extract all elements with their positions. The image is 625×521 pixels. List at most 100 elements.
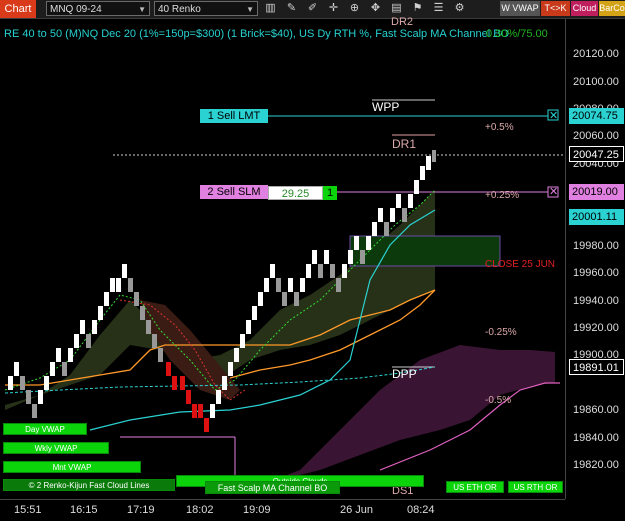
renko-brick (92, 320, 97, 334)
time-tick: 17:19 (127, 504, 155, 516)
price-tick: 20120.00 (573, 48, 619, 60)
renko-brick (330, 264, 335, 278)
sell-lmt-close-icon[interactable]: ✕ (549, 109, 558, 122)
chevron-down-icon: ▼ (138, 5, 146, 14)
chart-description: RE 40 to 50 (M)NQ Dec 20 (1%=150p=$300) … (4, 28, 510, 40)
renko-brick (300, 278, 305, 292)
crosshair-icon[interactable]: ✛ (327, 2, 340, 15)
renko-brick (246, 320, 251, 334)
chart-title-tab[interactable]: Chart (0, 0, 36, 18)
renko-brick (116, 278, 121, 292)
renko-brick (228, 362, 233, 376)
chevron-down-icon: ▼ (246, 5, 254, 14)
instrument-selector[interactable]: MNQ 09-24 ▼ (46, 1, 150, 16)
price-tick: 19840.00 (573, 432, 619, 444)
wpp-label: WPP (372, 100, 400, 114)
renko-brick (146, 320, 151, 334)
renko-brick (408, 194, 413, 208)
renko-brick (74, 334, 79, 348)
renko-brick (324, 250, 329, 264)
renko-brick (318, 264, 323, 278)
w-vwap-button[interactable]: W VWAP (500, 1, 540, 16)
renko-brick (342, 264, 347, 278)
renko-brick (186, 390, 191, 404)
period-selector[interactable]: 40 Renko ▼ (154, 1, 258, 16)
renko-brick (312, 250, 317, 264)
bar-style-icon[interactable]: ▥ (264, 2, 277, 15)
draw-tools-icon[interactable]: ✎ (285, 2, 298, 15)
renko-brick (414, 180, 419, 194)
close-25-jun-label: CLOSE 25 JUN (485, 259, 556, 270)
time-tick: 18:02 (186, 504, 214, 516)
chart-icon[interactable]: ▤ (390, 2, 403, 15)
renko-brick (68, 348, 73, 362)
renko-brick (14, 362, 19, 376)
instrument-value: MNQ 09-24 (50, 4, 102, 15)
sell-lmt-price-marker: 20074.75 (569, 108, 624, 124)
sell-slm-order-tag[interactable]: 2 Sell SLM (200, 185, 268, 199)
renko-brick (198, 404, 203, 418)
us-eth-or-label: US ETH OR (446, 481, 504, 493)
renko-brick (56, 348, 61, 362)
renko-brick (38, 390, 43, 404)
price-tick: 19820.00 (573, 459, 619, 471)
price-tick: 19920.00 (573, 322, 619, 334)
renko-brick (402, 208, 407, 222)
pan-icon[interactable]: ✥ (369, 2, 382, 15)
renko-brick (264, 278, 269, 292)
renko-brick (50, 362, 55, 376)
pct-plus-025-label: +0.25% (485, 190, 520, 201)
sell-slm-quantity[interactable]: 1 (323, 186, 337, 200)
price-tick: 19860.00 (573, 404, 619, 416)
renko-brick (276, 278, 281, 292)
zoom-icon[interactable]: ⊕ (348, 2, 361, 15)
sell-slm-price-marker: 20019.00 (569, 184, 624, 200)
sell-slm-price-box[interactable]: 29.25 (268, 186, 323, 200)
time-axis[interactable]: 15:51 16:15 17:19 18:02 19:09 26 Jun 08:… (0, 499, 565, 521)
renko-brick (366, 236, 371, 250)
indicators-icon[interactable]: ⚙ (453, 2, 466, 15)
price-tick: 20100.00 (573, 76, 619, 88)
properties-icon[interactable]: ☰ (432, 2, 445, 15)
renko-brick (128, 278, 133, 292)
cloud-lines-label: © 2 Renko-Kijun Fast Cloud Lines (3, 479, 175, 491)
cloud-button[interactable]: Cloud (571, 1, 598, 16)
dr2-label: DR2 (391, 16, 414, 28)
barco-button[interactable]: BarCo (599, 1, 625, 16)
renko-brick (348, 250, 353, 264)
dpp-price-marker: 19891.01 (569, 359, 624, 375)
renko-brick (252, 306, 257, 320)
t-k-button[interactable]: T<>K (541, 1, 570, 16)
renko-brick (104, 292, 109, 306)
renko-brick (354, 236, 359, 250)
renko-brick (240, 334, 245, 348)
range-box (349, 235, 501, 267)
renko-brick (32, 404, 37, 418)
time-tick: 19:09 (243, 504, 271, 516)
strategy-icon[interactable]: ⚑ (411, 2, 424, 15)
renko-brick (134, 292, 139, 306)
renko-brick (152, 334, 157, 348)
fast-scalp-label: Fast Scalp MA Channel BO (205, 481, 340, 494)
sell-lmt-order-tag[interactable]: 1 Sell LMT (200, 109, 268, 123)
sell-slm-close-icon[interactable]: ✕ (549, 185, 558, 198)
renko-brick (306, 264, 311, 278)
header-right-value: 0.30%/75.00 (486, 28, 548, 40)
renko-brick (20, 376, 25, 390)
day-vwap-label: Day VWAP (3, 423, 87, 435)
renko-brick (396, 194, 401, 208)
time-tick: 15:51 (14, 504, 42, 516)
price-tick: 19960.00 (573, 267, 619, 279)
pencil-icon[interactable]: ✐ (306, 2, 319, 15)
renko-brick (360, 250, 365, 264)
copyright-text: © 2 (28, 481, 42, 490)
renko-brick (234, 348, 239, 362)
renko-brick (288, 278, 293, 292)
renko-brick (210, 404, 215, 418)
renko-brick (110, 278, 115, 292)
chart-window: Chart MNQ 09-24 ▼ 40 Renko ▼ ▥ ✎ ✐ ✛ ⊕ ✥ ▤… (0, 0, 625, 521)
vwap-price-marker: 20001.11 (569, 209, 624, 225)
price-axis[interactable]: 20120.00 20100.00 20080.00 20060.00 2004… (565, 19, 625, 499)
renko-brick (432, 150, 436, 162)
pct-minus-025-label: -0.25% (485, 327, 517, 338)
